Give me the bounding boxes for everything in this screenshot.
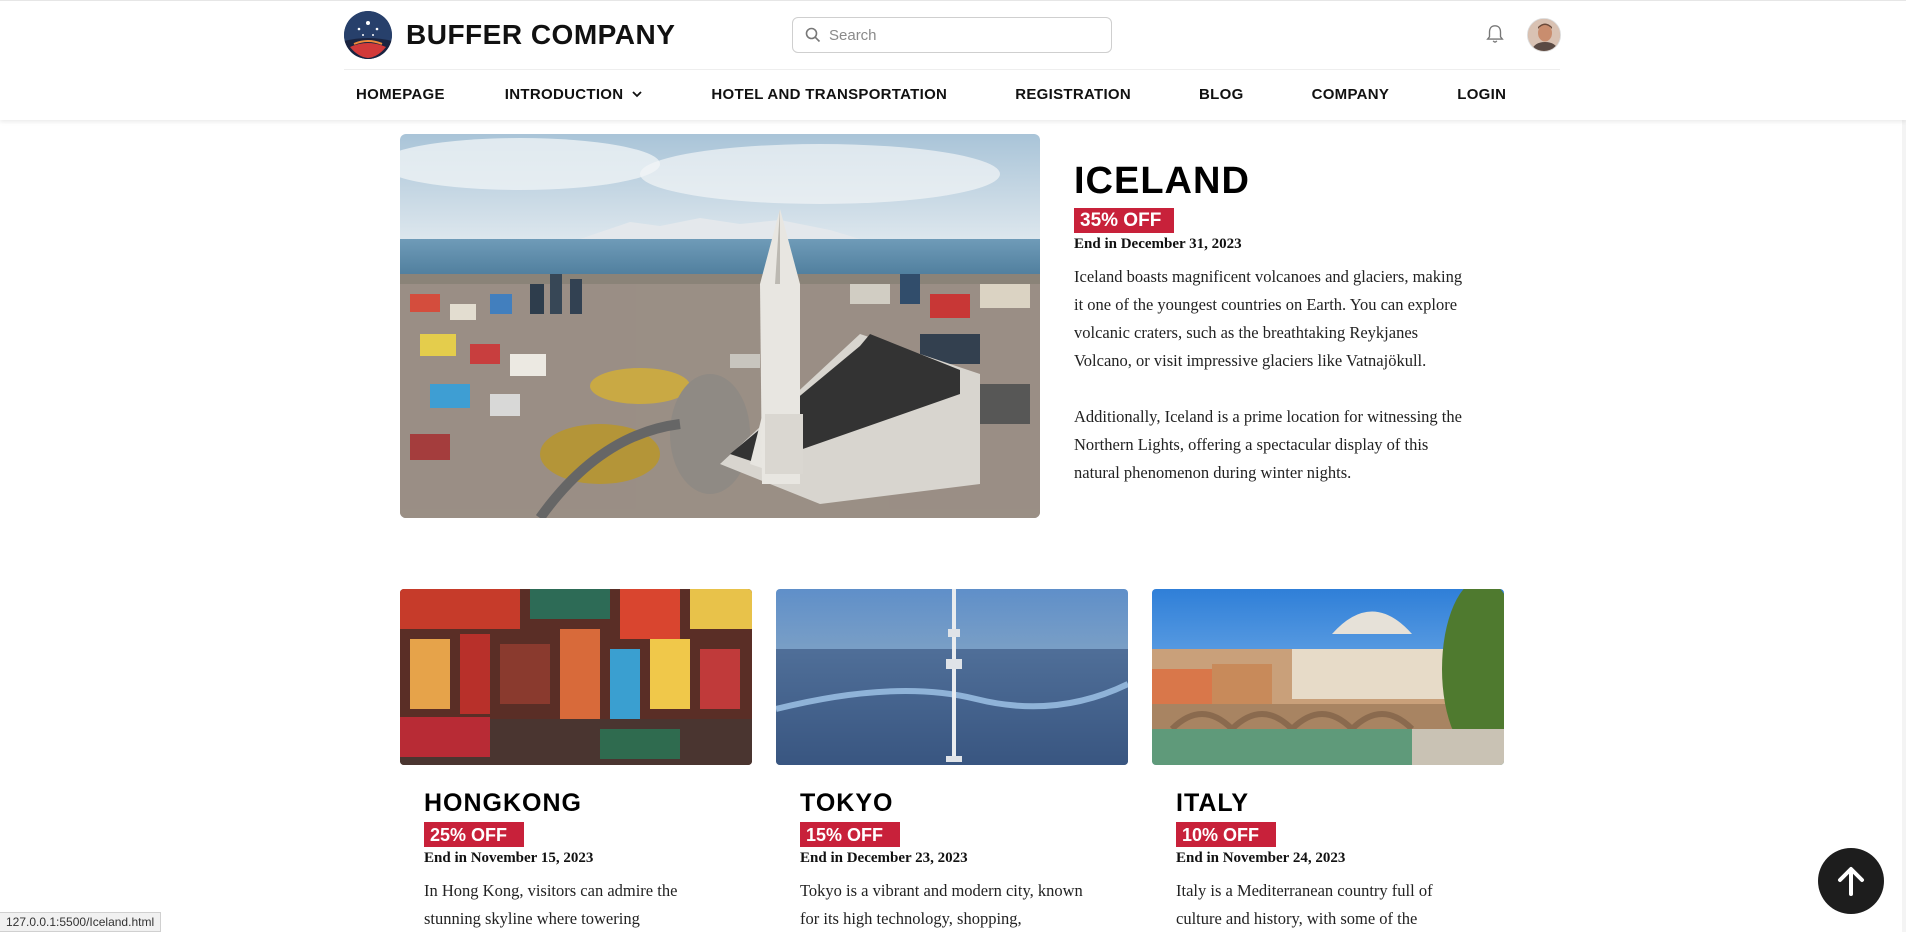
search-icon bbox=[805, 27, 821, 43]
user-avatar[interactable] bbox=[1527, 18, 1561, 52]
feature-info: ICELAND 35% OFF End in December 31, 2023… bbox=[1074, 160, 1474, 487]
scrollbar[interactable] bbox=[1902, 0, 1906, 932]
offer-end-date: End in November 24, 2023 bbox=[1176, 850, 1346, 866]
card-description: Tokyo is a vibrant and modern city, know… bbox=[800, 881, 1083, 928]
offer-end-date: End in November 15, 2023 bbox=[424, 850, 594, 866]
arrow-up-icon bbox=[1838, 867, 1864, 896]
card-title: ITALY bbox=[1176, 789, 1250, 817]
nav-introduction[interactable]: INTRODUCTION bbox=[505, 86, 644, 103]
nav-blog[interactable]: BLOG bbox=[1199, 86, 1244, 103]
chevron-down-icon bbox=[632, 91, 643, 98]
hongkong-photo[interactable] bbox=[400, 589, 752, 765]
offer-end-date: End in December 23, 2023 bbox=[800, 850, 968, 866]
feature-paragraph-2: Additionally, Iceland is a prime locatio… bbox=[1074, 407, 1462, 482]
discount-badge: 10% OFF bbox=[1176, 822, 1276, 847]
offer-end-date: End in December 31, 2023 bbox=[1074, 236, 1242, 252]
discount-badge: 25% OFF bbox=[424, 822, 524, 847]
tokyo-photo[interactable] bbox=[776, 589, 1128, 765]
nav-company[interactable]: COMPANY bbox=[1312, 86, 1390, 103]
card-description: In Hong Kong, visitors can admire the st… bbox=[424, 881, 678, 928]
nav-introduction-label: INTRODUCTION bbox=[504, 85, 624, 103]
scroll-to-top-button[interactable] bbox=[1818, 848, 1884, 914]
nav-homepage[interactable]: HOMEPAGE bbox=[356, 86, 445, 103]
feature-paragraph-1: Iceland boasts magnificent volcanoes and… bbox=[1074, 267, 1463, 370]
main-nav: HOMEPAGE INTRODUCTION HOTEL AND TRANSPOR… bbox=[344, 83, 1506, 105]
italy-photo[interactable] bbox=[1152, 589, 1504, 765]
feature-title: ICELAND bbox=[1074, 160, 1250, 202]
nav-hotel-transportation[interactable]: HOTEL AND TRANSPORTATION bbox=[711, 86, 947, 103]
company-logo[interactable] bbox=[344, 11, 392, 59]
browser-status-bar: 127.0.0.1:5500/Iceland.html bbox=[0, 912, 162, 932]
card-italy: ITALY 10% OFF End in November 24, 2023 I… bbox=[1176, 790, 1476, 932]
nav-divider bbox=[344, 69, 1560, 70]
iceland-photo bbox=[400, 134, 1040, 518]
discount-badge: 35% OFF bbox=[1074, 208, 1174, 233]
card-title: TOKYO bbox=[800, 789, 894, 817]
brand[interactable]: BUFFER COMPANY bbox=[344, 11, 675, 59]
notification-bell-icon[interactable] bbox=[1484, 23, 1506, 45]
discount-badge: 15% OFF bbox=[800, 822, 900, 847]
card-tokyo: TOKYO 15% OFF End in December 23, 2023 T… bbox=[800, 790, 1100, 932]
card-title: HONGKONG bbox=[424, 789, 582, 817]
card-description: Italy is a Mediterranean country full of… bbox=[1176, 881, 1433, 928]
card-hongkong: HONGKONG 25% OFF End in November 15, 202… bbox=[424, 790, 724, 932]
search-input[interactable] bbox=[829, 26, 1099, 44]
search-box[interactable] bbox=[792, 17, 1112, 53]
nav-login[interactable]: LOGIN bbox=[1457, 86, 1506, 103]
brand-name[interactable]: BUFFER COMPANY bbox=[406, 19, 675, 51]
nav-registration[interactable]: REGISTRATION bbox=[1015, 86, 1131, 103]
site-header: BUFFER COMPANY HOMEPAGE INTRODUCTION HOT… bbox=[0, 0, 1906, 120]
